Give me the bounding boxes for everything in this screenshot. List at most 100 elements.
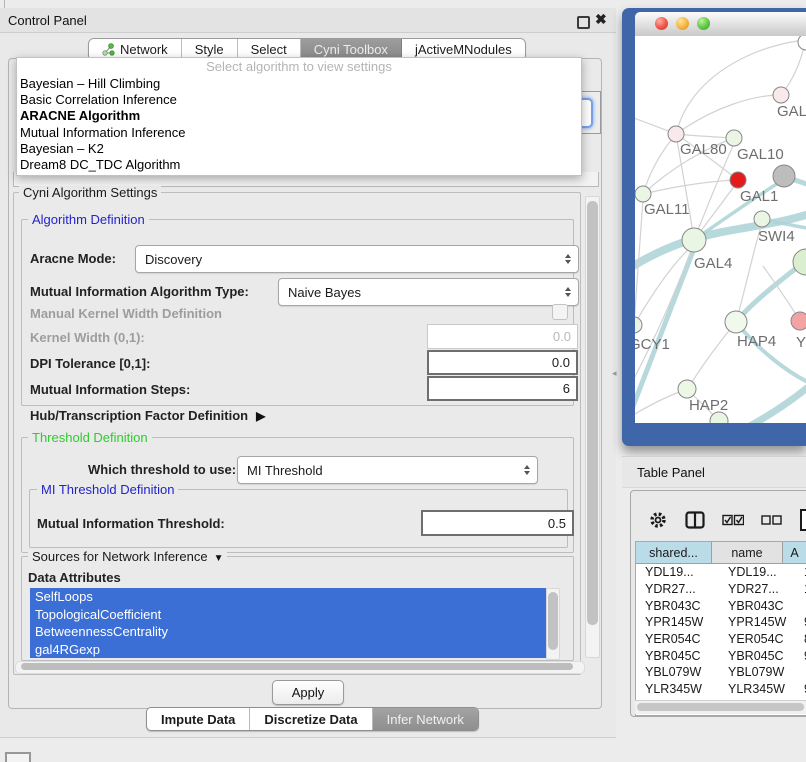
table-cell[interactable]: YER054C (720, 631, 798, 648)
network-node[interactable] (791, 312, 806, 330)
dpi-tolerance-field[interactable]: 0.0 (427, 350, 578, 375)
column-header-clipped[interactable]: A (783, 542, 806, 563)
mi-threshold-field[interactable]: 0.5 (421, 510, 574, 536)
network-edge[interactable] (676, 95, 781, 134)
network-canvas[interactable]: GALGAL80GAL10GAL1GAL11GAL4SWI4HAP4YGCY1H… (635, 36, 806, 423)
network-node[interactable] (730, 172, 746, 188)
table-cell[interactable]: 9. (798, 614, 806, 631)
table-cell[interactable]: YER054C (636, 631, 720, 648)
table-cell[interactable]: YBR043C (636, 597, 720, 614)
attribute-item[interactable]: BetweennessCentrality (30, 623, 546, 641)
network-node[interactable] (635, 186, 651, 202)
table-cell[interactable]: 9. (798, 681, 806, 698)
hub-definition-toggle[interactable]: Hub/Transcription Factor Definition▶ (30, 408, 265, 423)
network-edge[interactable] (676, 134, 734, 138)
attributes-list-scrollbar[interactable] (546, 588, 560, 660)
close-window-icon[interactable] (655, 17, 668, 30)
network-node[interactable] (754, 211, 770, 227)
scrollbar-thumb[interactable] (587, 201, 598, 625)
table-cell[interactable]: YDR27... (636, 581, 720, 598)
mi-steps-field[interactable]: 6 (427, 376, 578, 401)
tab-impute-data[interactable]: Impute Data (147, 708, 250, 730)
table-cell[interactable]: YBR043C (720, 597, 798, 614)
table-cell[interactable] (798, 597, 806, 614)
dropdown-item-selected[interactable]: ARACNE Algorithm (17, 108, 581, 124)
float-panel-icon[interactable] (577, 16, 590, 29)
table-cell[interactable]: 13 (798, 564, 806, 581)
select-all-checkboxes-icon[interactable] (722, 514, 744, 526)
minimized-panel-icon[interactable] (5, 752, 31, 762)
table-row[interactable]: YDL19...YDL19...13 (636, 564, 806, 581)
table-cell[interactable]: YLR345W (636, 681, 720, 698)
dropdown-item[interactable]: Bayesian – Hill Climbing (17, 76, 581, 92)
network-edge[interactable] (643, 134, 676, 194)
table-cell[interactable]: YPR145W (636, 614, 720, 631)
table-row[interactable]: YER054CYER054C8. (636, 631, 806, 648)
table-cell[interactable]: YBR045C (636, 647, 720, 664)
attribute-item[interactable]: gal4RGexp (30, 641, 546, 659)
network-view-window[interactable]: GALGAL80GAL10GAL1GAL11GAL4SWI4HAP4YGCY1H… (622, 8, 806, 446)
table-cell[interactable]: YDL19... (720, 564, 798, 581)
table-cell[interactable]: 12 (798, 581, 806, 598)
network-node[interactable] (726, 130, 742, 146)
network-node[interactable] (668, 126, 684, 142)
table-cell[interactable]: YPR145W (720, 614, 798, 631)
table-row[interactable]: YBR043CYBR043C (636, 597, 806, 614)
scrollbar-thumb[interactable] (548, 592, 558, 650)
network-node[interactable] (798, 36, 806, 50)
dropdown-item[interactable]: Basic Correlation Inference (17, 92, 581, 108)
column-header-name[interactable]: name (712, 542, 783, 563)
table-cell[interactable]: YDR27... (720, 581, 798, 598)
network-edge[interactable] (635, 390, 685, 418)
table-cell[interactable]: YLR345W (720, 681, 798, 698)
network-node[interactable] (725, 311, 747, 333)
network-node[interactable] (635, 317, 642, 333)
dropdown-item[interactable]: Dream8 DC_TDC Algorithm (17, 157, 581, 173)
network-edge[interactable] (746, 384, 806, 423)
network-node[interactable] (682, 228, 706, 252)
table-cell[interactable]: YBR045C (720, 647, 798, 664)
network-window-titlebar[interactable] (635, 12, 806, 37)
network-edge[interactable] (689, 322, 736, 387)
network-edge[interactable] (781, 42, 805, 95)
scrollbar-thumb[interactable] (637, 703, 804, 711)
settings-horizontal-scrollbar[interactable] (15, 661, 585, 674)
close-panel-icon[interactable]: ✖ (595, 11, 607, 27)
split-columns-icon[interactable] (685, 511, 705, 529)
column-header-shared-name[interactable]: shared... (636, 542, 712, 563)
network-node[interactable] (773, 87, 789, 103)
table-horizontal-scrollbar[interactable] (635, 700, 806, 714)
table-row[interactable]: YBL079WYBL079W (636, 664, 806, 681)
table-row[interactable]: YLR345WYLR345W9. (636, 681, 806, 698)
network-edge[interactable] (635, 248, 692, 390)
tab-infer-network[interactable]: Infer Network (373, 708, 478, 730)
table-cell[interactable]: YBL079W (720, 664, 798, 681)
table-cell[interactable]: 8. (798, 631, 806, 648)
tab-discretize-data[interactable]: Discretize Data (250, 708, 372, 730)
dropdown-item[interactable]: Mutual Information Inference (17, 125, 581, 141)
aracne-mode-combobox[interactable]: Discovery (135, 245, 579, 273)
network-node[interactable] (678, 380, 696, 398)
network-edge[interactable] (736, 322, 806, 384)
settings-vertical-scrollbar[interactable] (585, 196, 600, 658)
minimize-window-icon[interactable] (676, 17, 689, 30)
manual-kernel-width-checkbox[interactable] (552, 304, 568, 320)
settings-gear-icon[interactable] (648, 510, 668, 530)
table-cell[interactable]: YBL079W (636, 664, 720, 681)
which-threshold-combobox[interactable]: MI Threshold (237, 456, 538, 484)
scrollbar-thumb[interactable] (21, 663, 573, 670)
table-row[interactable]: YPR145WYPR145W9. (636, 614, 806, 631)
table-row[interactable]: YDR27...YDR27...12 (636, 581, 806, 598)
network-node[interactable] (773, 165, 795, 187)
zoom-window-icon[interactable] (697, 17, 710, 30)
panel-splitter[interactable]: ◂ (612, 368, 617, 379)
table-row[interactable]: YBR045CYBR045C9. (636, 647, 806, 664)
attribute-item[interactable]: TopologicalCoefficient (30, 606, 546, 624)
kernel-width-field[interactable]: 0.0 (427, 324, 578, 349)
sources-toggle[interactable]: Sources for Network Inference▼ (28, 550, 227, 566)
document-icon[interactable] (799, 508, 806, 532)
table-cell[interactable]: YDL19... (636, 564, 720, 581)
table-cell[interactable] (798, 664, 806, 681)
deselect-all-checkboxes-icon[interactable] (761, 514, 782, 526)
mi-algorithm-type-combobox[interactable]: Naive Bayes (278, 278, 579, 306)
